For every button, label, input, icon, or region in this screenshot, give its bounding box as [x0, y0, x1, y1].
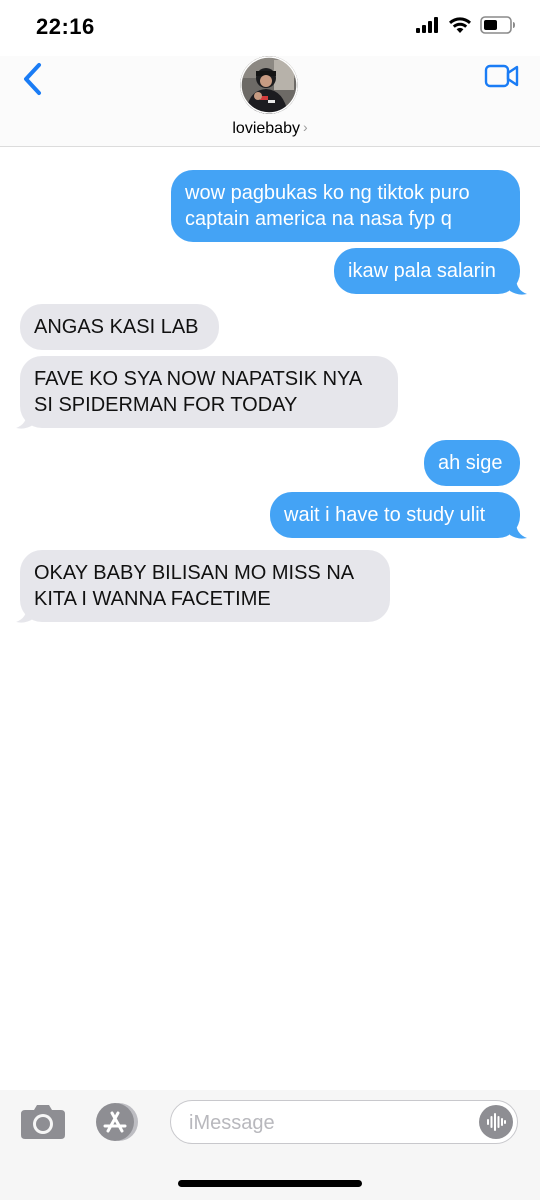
facetime-video-button[interactable]: [484, 62, 520, 90]
conversation-header: loviebaby ›: [0, 56, 540, 147]
app-store-icon: [96, 1103, 138, 1141]
message-text: SI SPIDERMAN FOR TODAY: [34, 394, 298, 416]
message-text: ah sige: [438, 452, 503, 474]
message-input[interactable]: [187, 1107, 461, 1139]
bubble-tail: [16, 606, 33, 623]
message-text: wow pagbukas ko ng tiktok puro: [185, 182, 470, 204]
received-message[interactable]: ANGAS KASI LAB: [20, 304, 219, 350]
bubble-tail: [510, 522, 527, 539]
contact-name: loviebaby: [232, 120, 300, 137]
message-text: captain america na nasa fyp q: [185, 208, 452, 230]
message-text: ikaw pala salarin: [348, 260, 496, 282]
sent-message[interactable]: ah sige: [424, 440, 520, 486]
contact-avatar[interactable]: [240, 56, 298, 114]
status-time: 22:16: [36, 14, 95, 39]
sent-message[interactable]: wait i have to study ulit: [270, 492, 520, 538]
sent-message[interactable]: wow pagbukas ko ng tiktok puro captain a…: [171, 170, 520, 242]
message-list: wow pagbukas ko ng tiktok puro captain a…: [0, 146, 540, 1090]
received-message[interactable]: OKAY BABY BILISAN MO MISS NA KITA I WANN…: [20, 550, 390, 622]
video-camera-icon: [484, 64, 519, 88]
message-text: OKAY BABY BILISAN MO MISS NA: [34, 562, 355, 584]
audio-waveform-icon: [487, 1113, 506, 1131]
status-icons: [416, 16, 516, 34]
cellular-signal-icon: [416, 17, 438, 33]
message-text: KITA I WANNA FACETIME: [34, 588, 271, 610]
contact-name-button[interactable]: loviebaby ›: [0, 119, 540, 138]
status-bar: 22:16: [0, 0, 540, 56]
battery-icon: [480, 16, 515, 34]
audio-message-button[interactable]: [479, 1105, 513, 1139]
messages-screen: 22:16 loviebaby › wow pagbukas ko ng tik…: [0, 0, 540, 1200]
received-message[interactable]: FAVE KO SYA NOW NAPATSIK NYA SI SPIDERMA…: [20, 356, 398, 428]
bubble-tail: [510, 278, 527, 295]
bubble-tail: [16, 412, 33, 429]
message-text: wait i have to study ulit: [284, 504, 486, 526]
wifi-icon: [449, 17, 471, 33]
camera-icon: [21, 1105, 65, 1139]
message-text: ANGAS KASI LAB: [34, 316, 199, 338]
home-indicator[interactable]: [178, 1180, 362, 1187]
chevron-left-icon: [24, 63, 41, 95]
contact-photo: [240, 56, 298, 114]
app-store-button[interactable]: [93, 1102, 139, 1142]
camera-button[interactable]: [20, 1104, 66, 1140]
message-input-field[interactable]: [170, 1100, 518, 1144]
message-text: FAVE KO SYA NOW NAPATSIK NYA: [34, 368, 363, 390]
sent-message[interactable]: ikaw pala salarin: [334, 248, 520, 294]
chevron-right-icon: ›: [302, 119, 308, 135]
back-button[interactable]: [18, 62, 48, 96]
